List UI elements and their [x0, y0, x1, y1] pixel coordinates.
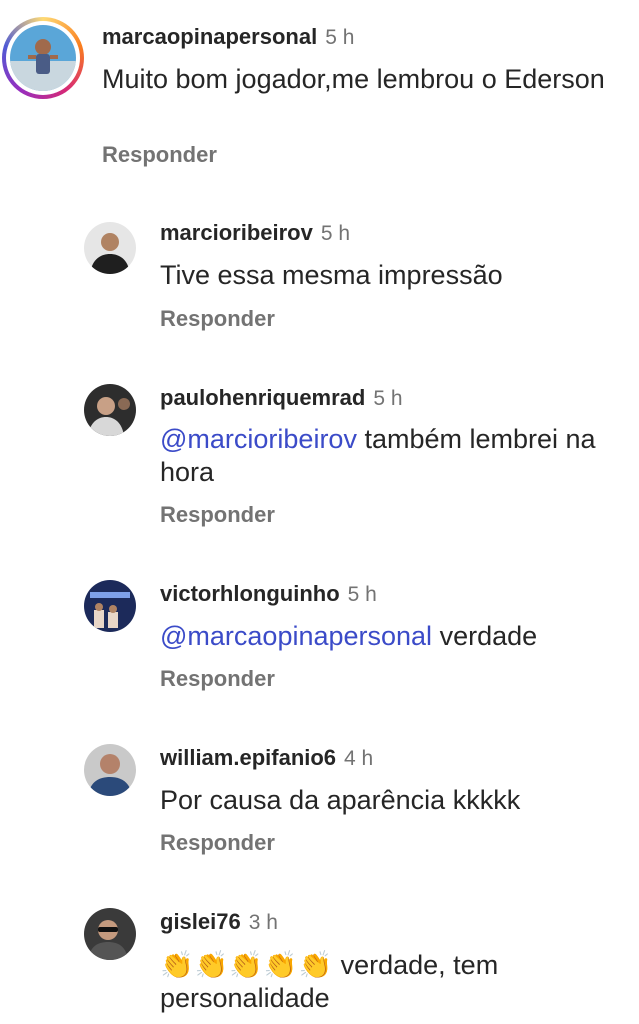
avatar[interactable] [10, 25, 76, 91]
comment-text: Por causa da aparência kkkkk [160, 785, 521, 815]
comment-username[interactable]: william.epifanio6 [160, 745, 336, 770]
avatar[interactable] [84, 580, 136, 632]
comment-text: @marcaopinapersonal verdade [160, 621, 538, 651]
comment-username[interactable]: victorhlonguinho [160, 581, 340, 606]
mention-link[interactable]: @marcioribeirov [160, 424, 357, 454]
comment-text: Tive essa mesma impressão [160, 260, 503, 290]
comment-username[interactable]: marcioribeirov [160, 220, 313, 245]
comment-text: Muito bom jogador,me lembrou o Ederson [102, 64, 605, 94]
clapping-hands-icon: 👏👏👏👏👏 [160, 950, 334, 980]
story-ring[interactable] [2, 17, 84, 99]
comment-username[interactable]: gislei76 [160, 909, 241, 934]
comment-username[interactable]: marcaopinapersonal [102, 24, 317, 49]
comment-text: 👏👏👏👏👏 verdade, tem personalidade [160, 950, 499, 1013]
comment-time: 5 h [320, 222, 351, 245]
reply-button[interactable]: Responder [160, 830, 275, 856]
reply-button[interactable]: Responder [160, 502, 275, 528]
avatar[interactable] [84, 744, 136, 796]
reply-button[interactable]: Responder [160, 666, 275, 692]
comment-time: 5 h [325, 26, 355, 49]
mention-link[interactable]: @marcaopinapersonal [160, 621, 432, 651]
comment-time: 3 h [248, 911, 278, 934]
comment-username[interactable]: paulohenriquemrad [160, 385, 365, 410]
reply-button[interactable]: Responder [102, 142, 217, 168]
avatar[interactable] [84, 384, 136, 436]
comment-time: 5 h [373, 387, 403, 410]
comment-text: @marcioribeirov também lembrei na hora [160, 424, 596, 487]
reply-button[interactable]: Responder [160, 306, 275, 332]
comment-time: 5 h [347, 583, 377, 606]
comment-time: 4 h [344, 747, 374, 770]
avatar[interactable] [84, 908, 136, 960]
avatar[interactable] [84, 222, 136, 274]
